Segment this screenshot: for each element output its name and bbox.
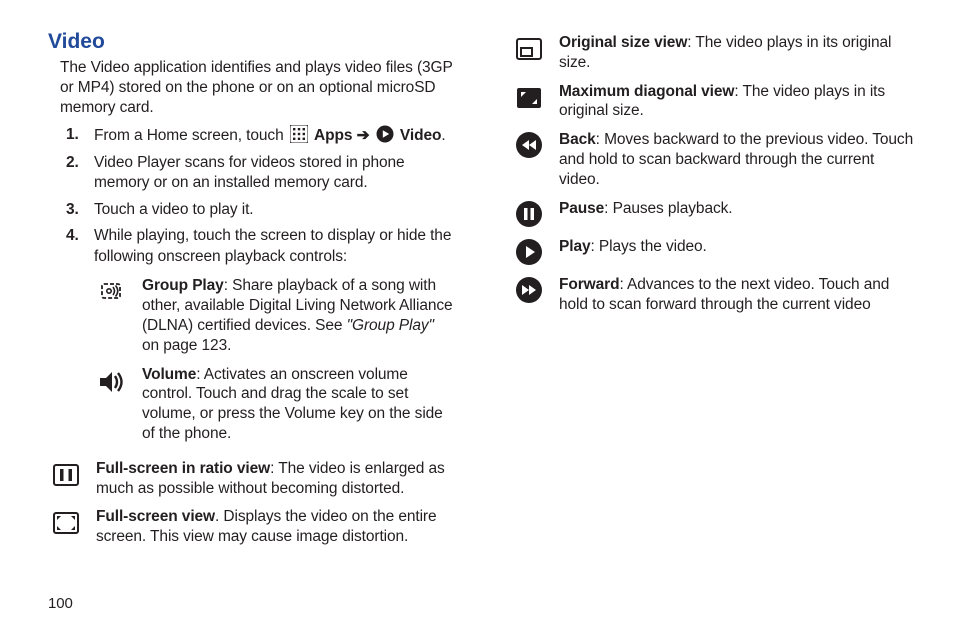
control-reference: "Group Play" — [347, 317, 434, 334]
original-size-icon — [511, 33, 547, 64]
step-4: 4. While playing, touch the screen to di… — [66, 226, 455, 456]
video-label: Video — [400, 127, 441, 144]
step-number: 3. — [66, 200, 79, 220]
control-groupplay: Group Play: Share playback of a song wit… — [94, 273, 455, 361]
control-play: Play: Plays the video. — [511, 234, 918, 272]
control-title: Group Play — [142, 277, 224, 294]
step-1: 1. From a Home screen, touch Apps ➔ — [66, 125, 455, 152]
fullscreen-icon — [48, 507, 84, 538]
control-title: Forward — [559, 276, 619, 293]
section-heading: Video — [48, 30, 455, 54]
volume-icon — [94, 365, 130, 398]
control-original-size: Original size view: The video plays in i… — [511, 30, 918, 79]
control-title: Maximum diagonal view — [559, 83, 734, 100]
control-description: Full-screen in ratio view: The video is … — [84, 459, 455, 499]
control-description: Back: Moves backward to the previous vid… — [547, 130, 918, 189]
control-body: : Pauses playback. — [604, 200, 732, 217]
apps-label: Apps — [314, 127, 357, 144]
video-app-icon — [376, 125, 394, 143]
control-title: Full-screen view — [96, 508, 215, 525]
play-icon — [511, 237, 547, 266]
control-body: : Moves backward to the previous video. … — [559, 131, 913, 188]
forward-icon — [511, 275, 547, 304]
control-description: Maximum diagonal view: The video plays i… — [547, 82, 918, 122]
group-play-icon — [94, 276, 130, 307]
step-3: 3. Touch a video to play it. — [66, 200, 455, 226]
back-icon — [511, 130, 547, 159]
control-volume: Volume: Activates an onscreen volume con… — [94, 362, 455, 450]
ratio-view-icon — [48, 459, 84, 490]
control-title: Back — [559, 131, 596, 148]
pause-icon — [511, 199, 547, 228]
arrow-icon: ➔ — [357, 127, 370, 144]
step-text: From a Home screen, touch — [94, 127, 288, 144]
control-max-diagonal: Maximum diagonal view: The video plays i… — [511, 79, 918, 128]
control-description: Forward: Advances to the next video. Tou… — [547, 275, 918, 315]
control-title: Volume — [142, 366, 196, 383]
control-body: : Plays the video. — [591, 238, 707, 255]
control-forward: Forward: Advances to the next video. Tou… — [511, 272, 918, 321]
control-pause: Pause: Pauses playback. — [511, 196, 918, 234]
step-2: 2. Video Player scans for videos stored … — [66, 153, 455, 200]
max-diagonal-icon — [511, 82, 547, 113]
control-description: Volume: Activates an onscreen volume con… — [130, 365, 455, 444]
control-description: Original size view: The video plays in i… — [547, 33, 918, 73]
step-number: 2. — [66, 153, 79, 173]
control-title: Original size view — [559, 34, 687, 51]
control-tail: on page 123. — [142, 337, 231, 354]
step-text: Touch a video to play it. — [94, 201, 254, 218]
control-description: Play: Plays the video. — [547, 237, 707, 257]
control-title: Full-screen in ratio view — [96, 460, 270, 477]
control-back: Back: Moves backward to the previous vid… — [511, 127, 918, 195]
control-title: Play — [559, 238, 591, 255]
control-ratio-view: Full-screen in ratio view: The video is … — [48, 456, 455, 505]
step-text: Video Player scans for videos stored in … — [94, 154, 405, 191]
page-number: 100 — [48, 595, 73, 612]
page: Video The Video application identifies a… — [0, 0, 954, 570]
step-number: 1. — [66, 125, 79, 145]
intro-paragraph: The Video application identifies and pla… — [60, 58, 455, 117]
control-fullscreen-view: Full-screen view. Displays the video on … — [48, 504, 455, 553]
step-text: While playing, touch the screen to displ… — [94, 227, 451, 264]
control-title: Pause — [559, 200, 604, 217]
controls-sublist: Group Play: Share playback of a song wit… — [94, 273, 455, 450]
step-number: 4. — [66, 226, 79, 246]
control-description: Full-screen view. Displays the video on … — [84, 507, 455, 547]
apps-grid-icon — [290, 125, 308, 143]
control-description: Group Play: Share playback of a song wit… — [130, 276, 455, 355]
step-text-tail: . — [441, 127, 445, 144]
control-description: Pause: Pauses playback. — [547, 199, 732, 219]
steps-list: 1. From a Home screen, touch Apps ➔ — [66, 125, 455, 455]
